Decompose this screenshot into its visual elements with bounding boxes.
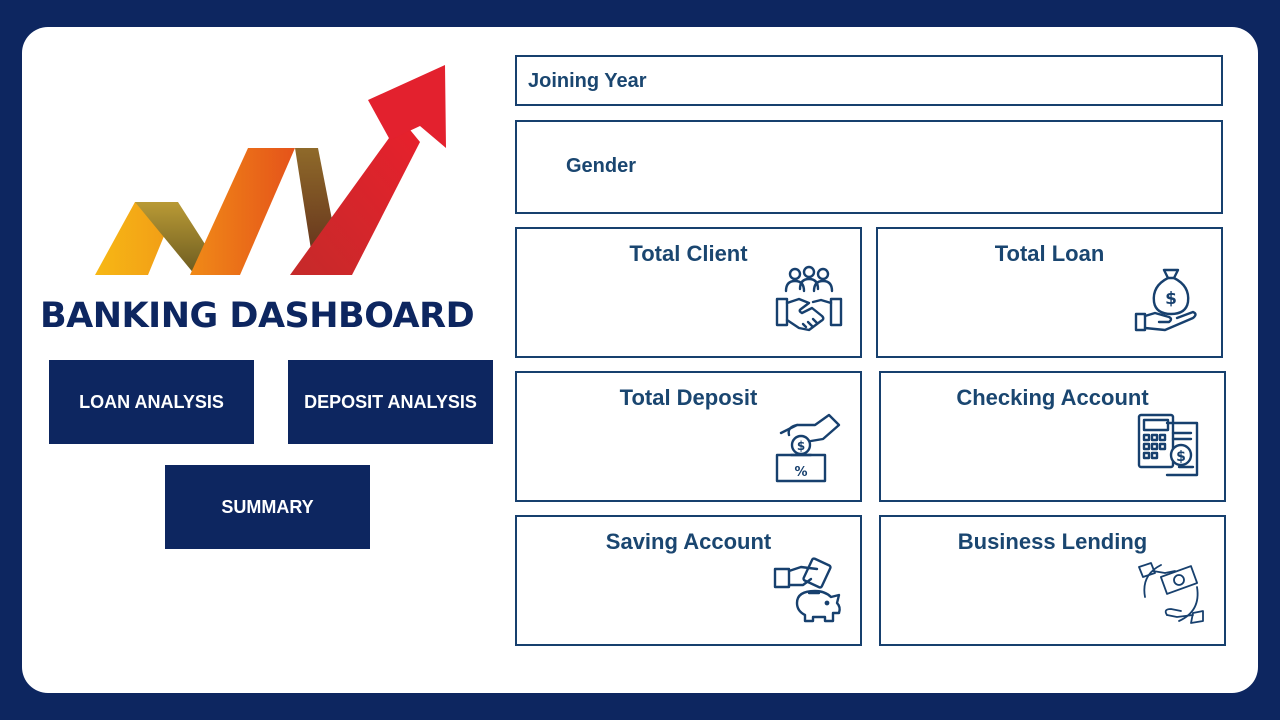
money-bag-hand-icon: $ bbox=[1132, 264, 1204, 336]
kpi-card-total-loan[interactable]: Total Loan $ bbox=[876, 227, 1223, 358]
loan-analysis-button[interactable]: LOAN ANALYSIS bbox=[49, 360, 254, 444]
kpi-card-total-client[interactable]: Total Client bbox=[515, 227, 862, 358]
money-exchange-icon bbox=[1135, 557, 1207, 629]
kpi-label: Total Deposit bbox=[619, 385, 758, 410]
svg-text:$: $ bbox=[1165, 289, 1177, 309]
kpi-card-business-lending[interactable]: Business Lending bbox=[879, 515, 1226, 646]
svg-text:%: % bbox=[794, 465, 807, 480]
summary-button[interactable]: SUMMARY bbox=[165, 465, 370, 549]
joining-year-filter[interactable]: Joining Year bbox=[515, 55, 1223, 106]
kpi-card-saving-account[interactable]: Saving Account bbox=[515, 515, 862, 646]
rising-arrow-logo bbox=[95, 65, 446, 275]
kpi-card-checking-account[interactable]: Checking Account $ bbox=[879, 371, 1226, 502]
piggy-bank-icon bbox=[771, 557, 843, 629]
handshake-clients-icon bbox=[773, 265, 845, 337]
kpi-label: Business Lending bbox=[957, 529, 1148, 554]
joining-year-label: Joining Year bbox=[528, 70, 647, 92]
page-title: BANKING DASHBOARD bbox=[40, 296, 475, 336]
kpi-card-total-deposit[interactable]: Total Deposit $ % bbox=[515, 371, 862, 502]
deposit-analysis-button[interactable]: DEPOSIT ANALYSIS bbox=[288, 360, 493, 444]
deposit-coin-icon: $ % bbox=[771, 413, 843, 485]
svg-text:$: $ bbox=[1176, 449, 1186, 465]
kpi-label: Checking Account bbox=[956, 385, 1149, 410]
svg-text:$: $ bbox=[797, 439, 805, 453]
kpi-label: Saving Account bbox=[605, 529, 772, 554]
kpi-label: Total Client bbox=[629, 241, 748, 266]
gender-label: Gender bbox=[566, 155, 637, 177]
gender-filter[interactable]: Gender bbox=[515, 120, 1223, 214]
calculator-dollar-icon: $ bbox=[1135, 411, 1207, 483]
